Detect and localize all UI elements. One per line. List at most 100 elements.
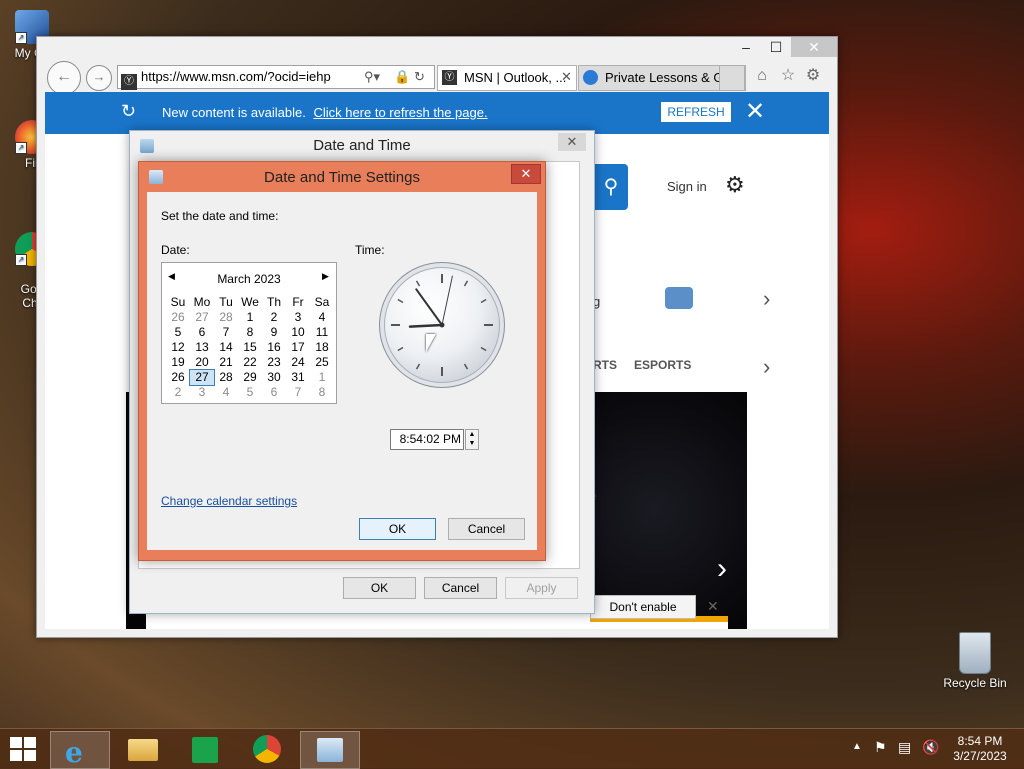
calendar-day[interactable]: 27	[189, 369, 215, 386]
calendar-day[interactable]: 21	[214, 355, 238, 370]
back-button[interactable]: ←	[47, 61, 81, 95]
gear-icon[interactable]: ⚙	[804, 67, 822, 85]
calendar-day[interactable]: 14	[214, 340, 238, 355]
sign-in-link[interactable]: Sign in	[667, 179, 707, 194]
calendar-day[interactable]: 28	[214, 370, 238, 385]
calendar-day[interactable]: 31	[286, 370, 310, 385]
chevron-right-icon[interactable]: ›	[763, 354, 770, 380]
settings-gear-icon[interactable]: ⚙	[725, 172, 745, 198]
calendar-day[interactable]: 1	[310, 370, 334, 385]
calendar-day[interactable]: 15	[238, 340, 262, 355]
calendar-day[interactable]: 28	[214, 310, 238, 325]
lock-icon[interactable]: 🔒	[394, 66, 410, 88]
calendar-day[interactable]: 7	[286, 385, 310, 400]
calendar-day[interactable]: 4	[214, 385, 238, 400]
search-button[interactable]: ⚲	[594, 164, 628, 210]
calendar-day[interactable]: 13	[190, 340, 214, 355]
spin-down-icon[interactable]: ▼	[466, 439, 478, 448]
calendar-day[interactable]: 19	[166, 355, 190, 370]
calendar-day[interactable]: 27	[190, 310, 214, 325]
taskbar-file-explorer[interactable]	[114, 731, 172, 767]
calendar-day[interactable]: 22	[238, 355, 262, 370]
calendar-day[interactable]: 26	[166, 310, 190, 325]
volume-muted-icon[interactable]: 🔇	[922, 739, 939, 756]
action-center-flag-icon[interactable]: ⚑	[874, 739, 887, 756]
new-tab-button[interactable]	[719, 65, 745, 91]
close-icon[interactable]: ✕	[707, 598, 719, 615]
calendar-day[interactable]: 4	[310, 310, 334, 325]
taskbar-chrome[interactable]	[238, 731, 296, 767]
calendar-day[interactable]: 3	[190, 385, 214, 400]
next-month-icon[interactable]: ▶	[322, 271, 329, 282]
month-year-label[interactable]: March 2023	[162, 272, 336, 286]
calendar[interactable]: ◀ March 2023 ▶ Su Mo Tu We Th Fr Sa 26 27 28 1 2 3 4 5…	[161, 262, 337, 404]
close-button[interactable]: ✕	[791, 37, 837, 57]
clock-tick	[480, 298, 487, 304]
calendar-day[interactable]: 8	[238, 325, 262, 340]
address-bar[interactable]: Ⓨhttps://www.msn.com/?ocid=iehp ⚲▾ 🔒 ↻	[117, 65, 435, 90]
calendar-day[interactable]: 26	[166, 370, 190, 385]
calendar-day[interactable]: 7	[214, 325, 238, 340]
cancel-button[interactable]: Cancel	[424, 577, 497, 599]
network-icon[interactable]: ▤	[898, 739, 911, 756]
forward-button[interactable]: →	[86, 65, 112, 91]
favorites-star-icon[interactable]: ☆	[779, 67, 797, 85]
calendar-day[interactable]: 11	[310, 325, 334, 340]
dont-enable-button[interactable]: Don't enable	[590, 595, 696, 619]
calendar-day[interactable]: 10	[286, 325, 310, 340]
calendar-day[interactable]: 16	[262, 340, 286, 355]
ok-button[interactable]: OK	[343, 577, 416, 599]
taskbar-date-time[interactable]	[300, 731, 360, 769]
minimize-button[interactable]: ‒	[731, 37, 761, 57]
calendar-day[interactable]: 20	[190, 355, 214, 370]
calendar-day[interactable]: 2	[166, 385, 190, 400]
taskbar-clock[interactable]: 8:54 PM 3/27/2023	[948, 734, 1012, 764]
refresh-button[interactable]: REFRESH	[661, 102, 731, 122]
close-button[interactable]: ✕	[558, 133, 586, 151]
calendar-day[interactable]: 24	[286, 355, 310, 370]
time-spinner[interactable]: ▲ ▼	[465, 429, 479, 450]
calendar-day[interactable]: 12	[166, 340, 190, 355]
calendar-day[interactable]: 17	[286, 340, 310, 355]
calendar-day[interactable]: 5	[238, 385, 262, 400]
reload-icon[interactable]: ↻	[414, 66, 425, 88]
calendar-day[interactable]: 5	[166, 325, 190, 340]
start-button[interactable]	[10, 737, 36, 761]
close-button[interactable]: ✕	[511, 164, 541, 184]
calendar-day[interactable]: 25	[310, 355, 334, 370]
tab-close-icon[interactable]: ✕	[561, 69, 572, 85]
desktop-icon-recycle-bin[interactable]: Recycle Bin	[943, 632, 1007, 690]
calendar-day[interactable]: 6	[262, 385, 286, 400]
calendar-day[interactable]: 9	[262, 325, 286, 340]
calendar-day[interactable]: 2	[262, 310, 286, 325]
refresh-page-link[interactable]: Click here to refresh the page.	[313, 105, 487, 120]
calendar-day[interactable]: 30	[262, 370, 286, 385]
apply-button[interactable]: Apply	[505, 577, 578, 599]
close-icon[interactable]: ✕	[745, 98, 765, 126]
chevron-right-icon[interactable]: ›	[763, 286, 770, 312]
cancel-button[interactable]: Cancel	[448, 518, 525, 540]
calendar-day[interactable]: 8	[310, 385, 334, 400]
spin-up-icon[interactable]: ▲	[466, 430, 478, 439]
ok-button[interactable]: OK	[359, 518, 436, 540]
calendar-day[interactable]: 6	[190, 325, 214, 340]
home-icon[interactable]: ⌂	[753, 67, 771, 85]
time-input[interactable]: 8:54:02 PM	[390, 429, 464, 450]
change-calendar-settings-link[interactable]: Change calendar settings	[161, 494, 297, 508]
calendar-day[interactable]: 1	[238, 310, 262, 325]
chevron-right-icon[interactable]: ›	[717, 552, 727, 586]
calendar-day[interactable]: 3	[286, 310, 310, 325]
tab-msn[interactable]: Ⓨ MSN | Outlook, ...	[437, 65, 577, 91]
calendar-day[interactable]: 29	[238, 370, 262, 385]
show-hidden-icons-icon[interactable]: ▲	[852, 741, 862, 752]
calendar-day[interactable]: 18	[310, 340, 334, 355]
taskbar-ie[interactable]: e	[50, 731, 110, 769]
search-icon[interactable]: ⚲▾	[364, 66, 380, 88]
calendar-day[interactable]: 23	[262, 355, 286, 370]
nav-item-esports[interactable]: ESPORTS	[634, 358, 691, 372]
taskbar-store[interactable]	[176, 731, 234, 767]
nav-item-rts[interactable]: RTS	[593, 358, 617, 372]
hero-image[interactable]: ›	[593, 392, 747, 629]
maximize-button[interactable]: ☐	[761, 37, 791, 57]
calendar-week: 12 13 14 15 16 17 18	[166, 340, 334, 355]
